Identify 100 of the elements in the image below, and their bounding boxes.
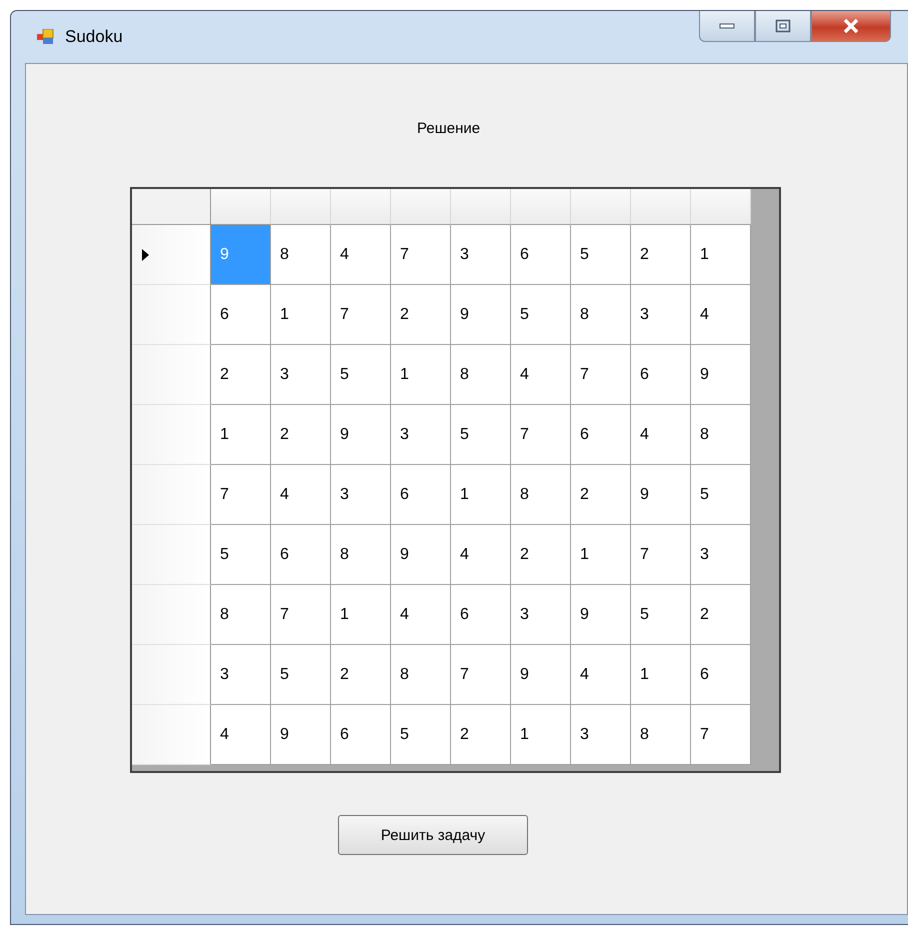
grid-cell[interactable]: 3 — [211, 645, 271, 705]
column-header[interactable] — [691, 189, 751, 225]
grid-cell[interactable]: 1 — [631, 645, 691, 705]
grid-cell[interactable]: 9 — [511, 645, 571, 705]
grid-cell[interactable]: 2 — [271, 405, 331, 465]
grid-cell[interactable]: 7 — [271, 585, 331, 645]
grid-cell[interactable]: 1 — [571, 525, 631, 585]
grid-cell[interactable]: 1 — [211, 405, 271, 465]
grid-cell[interactable]: 5 — [271, 645, 331, 705]
minimize-icon — [719, 22, 735, 30]
column-header[interactable] — [571, 189, 631, 225]
grid-cell[interactable]: 1 — [691, 225, 751, 285]
column-header[interactable] — [271, 189, 331, 225]
grid-cell[interactable]: 6 — [451, 585, 511, 645]
grid-cell[interactable]: 3 — [451, 225, 511, 285]
grid-cell[interactable]: 8 — [331, 525, 391, 585]
grid-cell[interactable]: 4 — [631, 405, 691, 465]
row-header[interactable] — [132, 225, 211, 285]
grid-cell[interactable]: 7 — [571, 345, 631, 405]
grid-cell[interactable]: 9 — [631, 465, 691, 525]
grid-cell[interactable]: 6 — [391, 465, 451, 525]
grid-cell[interactable]: 8 — [691, 405, 751, 465]
grid-cell[interactable]: 6 — [571, 405, 631, 465]
grid-cell[interactable]: 4 — [331, 225, 391, 285]
close-icon — [842, 19, 860, 33]
grid-cell[interactable]: 4 — [271, 465, 331, 525]
grid-cell[interactable]: 6 — [631, 345, 691, 405]
column-header[interactable] — [631, 189, 691, 225]
grid-cell[interactable]: 8 — [631, 705, 691, 765]
grid-cell[interactable]: 1 — [511, 705, 571, 765]
grid-cell[interactable]: 3 — [511, 585, 571, 645]
grid-cell[interactable]: 2 — [211, 345, 271, 405]
grid-cell[interactable]: 3 — [571, 705, 631, 765]
grid-cell[interactable]: 5 — [391, 705, 451, 765]
grid-cell[interactable]: 8 — [391, 645, 451, 705]
grid-cell[interactable]: 6 — [511, 225, 571, 285]
grid-cell[interactable]: 5 — [451, 405, 511, 465]
grid-cell[interactable]: 9 — [691, 345, 751, 405]
grid-cell[interactable]: 1 — [391, 345, 451, 405]
solve-button[interactable]: Решить задачу — [338, 815, 528, 855]
grid-cell[interactable]: 4 — [571, 645, 631, 705]
grid-cell[interactable]: 7 — [691, 705, 751, 765]
grid-cell[interactable]: 3 — [631, 285, 691, 345]
grid-cell[interactable]: 8 — [571, 285, 631, 345]
grid-cell[interactable]: 7 — [511, 405, 571, 465]
grid-cell[interactable]: 4 — [211, 705, 271, 765]
grid-cell[interactable]: 2 — [391, 285, 451, 345]
grid-cell[interactable]: 9 — [271, 705, 331, 765]
column-header[interactable] — [211, 189, 271, 225]
grid-cell[interactable]: 1 — [451, 465, 511, 525]
minimize-button[interactable] — [699, 11, 755, 42]
grid-cell[interactable]: 8 — [271, 225, 331, 285]
grid-cell[interactable]: 9 — [331, 405, 391, 465]
grid-cell[interactable]: 3 — [691, 525, 751, 585]
grid-cell[interactable]: 2 — [511, 525, 571, 585]
window-title: Sudoku — [65, 27, 123, 47]
grid-cell[interactable]: 2 — [451, 705, 511, 765]
grid-cell[interactable]: 1 — [331, 585, 391, 645]
grid-cell[interactable]: 7 — [391, 225, 451, 285]
maximize-button[interactable] — [755, 11, 811, 42]
grid-cell[interactable]: 7 — [631, 525, 691, 585]
grid-cell[interactable]: 5 — [631, 585, 691, 645]
grid-cell[interactable]: 8 — [451, 345, 511, 405]
grid-cell[interactable]: 3 — [391, 405, 451, 465]
grid-cell[interactable]: 6 — [331, 705, 391, 765]
grid-cell[interactable]: 2 — [631, 225, 691, 285]
grid-cell[interactable]: 8 — [211, 585, 271, 645]
grid-cell[interactable]: 8 — [511, 465, 571, 525]
column-header[interactable] — [391, 189, 451, 225]
close-button[interactable] — [811, 11, 891, 42]
grid-cell[interactable]: 5 — [331, 345, 391, 405]
column-header[interactable] — [511, 189, 571, 225]
maximize-icon — [775, 19, 791, 33]
grid-cell[interactable]: 2 — [691, 585, 751, 645]
grid-cell[interactable]: 9 — [391, 525, 451, 585]
grid-cell[interactable]: 7 — [331, 285, 391, 345]
grid-cell[interactable]: 2 — [571, 465, 631, 525]
grid-cell[interactable]: 1 — [271, 285, 331, 345]
grid-cell[interactable]: 4 — [691, 285, 751, 345]
grid-cell[interactable]: 5 — [691, 465, 751, 525]
grid-cell[interactable]: 4 — [451, 525, 511, 585]
grid-cell[interactable]: 6 — [271, 525, 331, 585]
grid-cell[interactable]: 2 — [331, 645, 391, 705]
column-header[interactable] — [451, 189, 511, 225]
grid-cell[interactable]: 5 — [571, 225, 631, 285]
grid-cell[interactable]: 4 — [391, 585, 451, 645]
column-header[interactable] — [331, 189, 391, 225]
grid-cell[interactable]: 5 — [211, 525, 271, 585]
grid-cell[interactable]: 7 — [211, 465, 271, 525]
grid-cell[interactable]: 6 — [691, 645, 751, 705]
grid-cell[interactable]: 7 — [451, 645, 511, 705]
app-icon — [37, 29, 55, 45]
grid-cell[interactable]: 3 — [271, 345, 331, 405]
grid-cell[interactable]: 9 — [451, 285, 511, 345]
heading-label: Решение — [417, 120, 482, 139]
grid-cell[interactable]: 5 — [511, 285, 571, 345]
grid-cell[interactable]: 3 — [331, 465, 391, 525]
grid-cell[interactable]: 9 — [571, 585, 631, 645]
grid-cell[interactable]: 4 — [511, 345, 571, 405]
grid-cell[interactable]: 6 — [211, 285, 271, 345]
